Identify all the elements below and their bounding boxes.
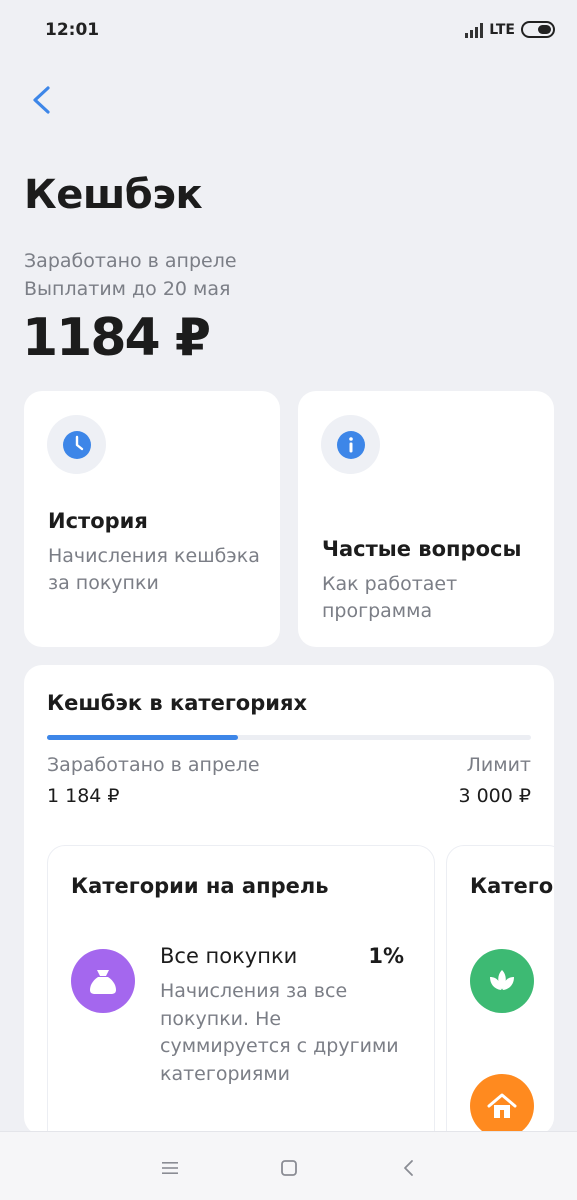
network-type: LTE	[489, 21, 515, 38]
categories-title: Кешбэк в категориях	[47, 691, 307, 715]
bag-icon	[71, 949, 135, 1013]
square-icon	[281, 1160, 297, 1176]
earned-line: Заработано в апреле	[24, 250, 237, 272]
history-title: История	[48, 509, 148, 533]
signal-icon	[465, 22, 484, 38]
cashback-amount: 1184 ₽	[22, 308, 211, 368]
faq-icon-wrap	[321, 415, 380, 474]
back-button[interactable]	[22, 78, 62, 122]
home-button[interactable]	[275, 1154, 303, 1182]
earned-caption: Заработано в апреле Выплатим до 20 мая	[24, 247, 237, 303]
payout-line: Выплатим до 20 мая	[24, 278, 231, 300]
category-percent: 1%	[368, 944, 404, 968]
limit-progress-fill	[47, 735, 239, 740]
info-icon	[336, 430, 365, 459]
history-icon-wrap	[47, 415, 106, 474]
category-card-title: Категории на апрель	[71, 874, 329, 898]
system-back-button[interactable]	[395, 1154, 423, 1182]
page-title: Кешбэк	[24, 172, 203, 218]
history-card[interactable]: История Начисления кешбэка за покупки	[24, 391, 280, 647]
category-name: Все покупки	[160, 944, 298, 968]
battery-icon	[521, 21, 555, 38]
status-icons: LTE	[465, 21, 555, 38]
faq-title: Частые вопросы	[322, 537, 522, 561]
category-card-title-next: Катего	[470, 874, 554, 898]
earned-label: Заработано в апреле	[47, 754, 260, 776]
limit-progress-bar	[47, 735, 531, 740]
category-card-april[interactable]: Категории на апрель Все покупки 1% Начис…	[47, 845, 435, 1135]
faq-card[interactable]: Частые вопросы Как работает программа	[298, 391, 554, 647]
status-bar: 12:01 LTE	[0, 0, 577, 62]
history-subtitle: Начисления кешбэка за покупки	[48, 545, 260, 594]
chevron-left-icon	[33, 86, 50, 114]
chevron-left-icon	[404, 1160, 413, 1176]
leaf-icon	[470, 949, 534, 1013]
system-nav-bar	[0, 1131, 577, 1200]
earned-value: 1 184 ₽	[47, 785, 120, 807]
category-card-next[interactable]: Катего	[446, 845, 554, 1135]
menu-icon	[162, 1162, 178, 1174]
categories-card: Кешбэк в категориях Заработано в апреле …	[24, 665, 554, 1135]
house-icon	[470, 1074, 534, 1135]
category-description: Начисления за все покупки. Не суммируетс…	[160, 980, 399, 1085]
status-time: 12:01	[45, 20, 100, 40]
limit-value: 3 000 ₽	[458, 785, 531, 807]
faq-subtitle: Как работает программа	[322, 573, 458, 622]
limit-label: Лимит	[466, 754, 531, 776]
clock-icon	[62, 430, 91, 459]
menu-button[interactable]	[156, 1154, 184, 1182]
